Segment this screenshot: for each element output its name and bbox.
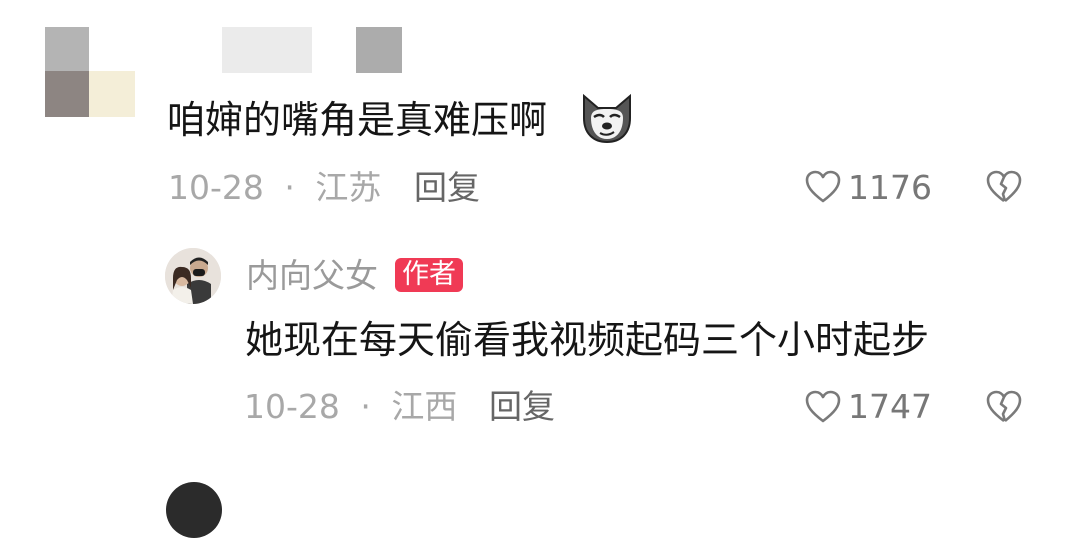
- comment-meta: 10-28 · 江苏: [168, 168, 381, 208]
- comment-body: 咱婶的嘴角是真难压啊: [167, 98, 548, 142]
- reply-reply-button[interactable]: 回复: [489, 387, 555, 427]
- meta-separator: ·: [360, 387, 371, 426]
- reply-like-icon[interactable]: [805, 390, 841, 424]
- reply-dislike-icon[interactable]: [986, 390, 1022, 424]
- meta-separator: ·: [284, 168, 295, 207]
- doge-emoji-icon: [578, 92, 636, 144]
- reply-username[interactable]: 内向父女: [246, 256, 378, 296]
- comment-text: 咱婶的嘴角是真难压啊: [167, 98, 547, 142]
- reply-button[interactable]: 回复: [414, 168, 480, 208]
- reply-like-count: 1747: [848, 387, 932, 426]
- reply-meta: 10-28 · 江西: [244, 387, 457, 427]
- next-comment-avatar[interactable]: [166, 482, 222, 538]
- reply-date: 10-28: [244, 387, 340, 426]
- comment-date: 10-28: [168, 168, 264, 207]
- reply-location: 江西: [391, 387, 458, 426]
- reply-text: 她现在每天偷看我视频起码三个小时起步: [245, 318, 930, 362]
- reply-avatar[interactable]: [165, 248, 221, 304]
- censored-username[interactable]: [222, 27, 402, 73]
- censored-avatar[interactable]: [45, 27, 135, 117]
- like-icon[interactable]: [805, 170, 841, 204]
- comment-location: 江苏: [315, 168, 382, 207]
- like-count: 1176: [848, 168, 932, 207]
- dislike-icon[interactable]: [986, 170, 1022, 204]
- author-badge: 作者: [395, 258, 463, 292]
